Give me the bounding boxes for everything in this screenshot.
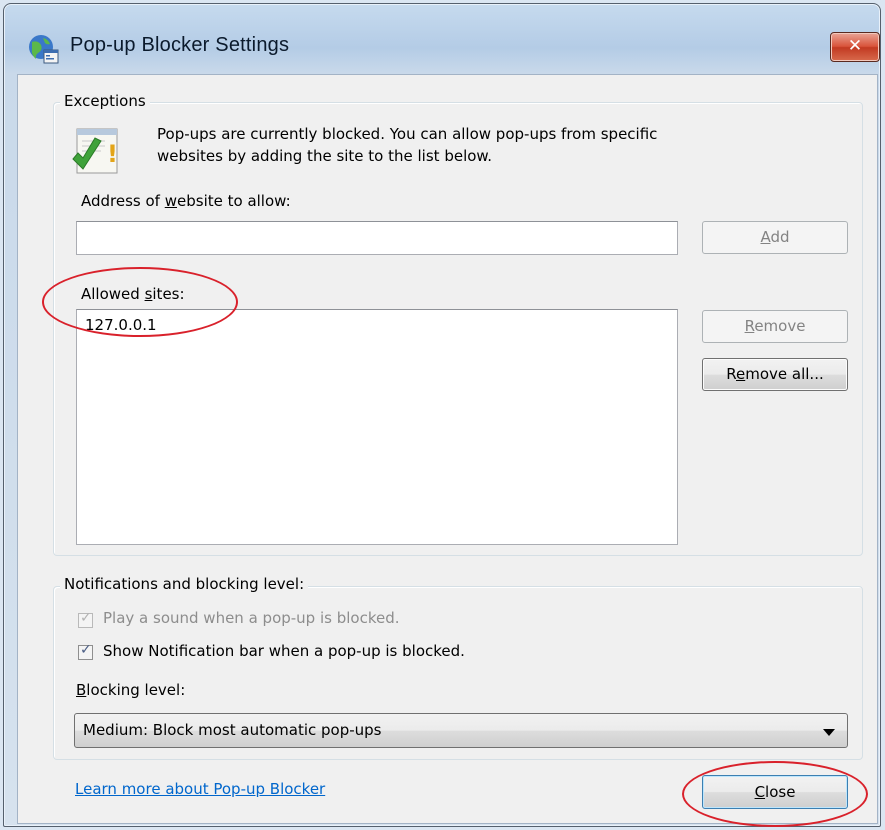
dialog-window: Pop-up Blocker Settings ✕ Exceptions ! P… (3, 3, 881, 827)
play-sound-checkbox[interactable]: ✓ (78, 610, 93, 628)
show-notification-bar-checkbox[interactable]: ✓ (78, 642, 93, 660)
window-title: Pop-up Blocker Settings (70, 34, 290, 56)
show-notification-bar-label: Show Notification bar when a pop-up is b… (103, 642, 465, 660)
internet-options-globe-icon (29, 35, 59, 64)
blocking-level-dropdown[interactable]: Medium: Block most automatic pop-ups (74, 713, 848, 748)
remove-all-button[interactable]: Remove all... (702, 358, 848, 391)
remove-button[interactable]: Remove (702, 310, 848, 343)
dialog-body: Exceptions ! Pop-ups are currently block… (17, 74, 878, 827)
exceptions-group-label: Exceptions (60, 92, 150, 110)
allowed-sites-list[interactable]: 127.0.0.1 (76, 309, 678, 545)
allowed-site-item[interactable]: 127.0.0.1 (85, 316, 669, 334)
checkmark-icon: ✓ (80, 610, 92, 626)
close-button[interactable]: Close (702, 775, 848, 809)
exceptions-info-line2: websites by adding the site to the list … (157, 147, 493, 165)
dropdown-arrow-icon (823, 729, 835, 736)
website-address-input[interactable] (76, 221, 678, 255)
add-button[interactable]: Add (702, 221, 848, 254)
blocking-level-value: Medium: Block most automatic pop-ups (83, 721, 382, 739)
address-label: Address of website to allow: (81, 192, 291, 210)
checkmark-icon: ✓ (80, 642, 92, 658)
blocking-level-label: Blocking level: (76, 681, 186, 699)
popup-blocked-warning-icon: ! (72, 128, 118, 174)
allowed-sites-label: Allowed sites: (81, 285, 185, 303)
exceptions-info-line1: Pop-ups are currently blocked. You can a… (157, 125, 658, 143)
notifications-group-label: Notifications and blocking level: (60, 575, 309, 593)
learn-more-link[interactable]: Learn more about Pop-up Blocker (75, 780, 325, 798)
close-x-icon: ✕ (847, 36, 863, 56)
window-close-button[interactable]: ✕ (830, 32, 880, 62)
svg-text:!: ! (107, 140, 118, 168)
play-sound-label: Play a sound when a pop-up is blocked. (103, 609, 400, 627)
